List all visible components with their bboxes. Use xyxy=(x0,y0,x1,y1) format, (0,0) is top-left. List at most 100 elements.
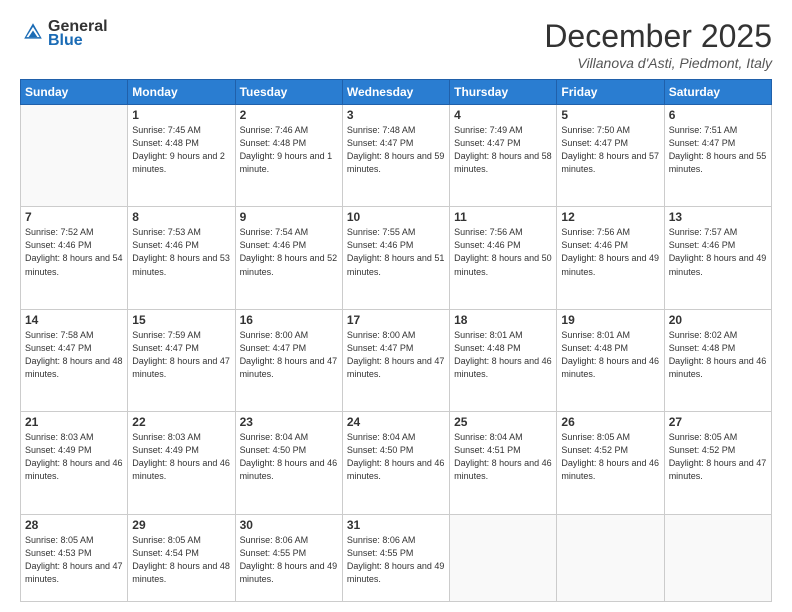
day-number: 13 xyxy=(669,210,767,224)
table-row xyxy=(450,514,557,602)
table-row: 15Sunrise: 7:59 AMSunset: 4:47 PMDayligh… xyxy=(128,309,235,411)
day-number: 24 xyxy=(347,415,445,429)
day-number: 14 xyxy=(25,313,123,327)
day-number: 8 xyxy=(132,210,230,224)
table-row: 28 Sunrise: 8:05 AMSunset: 4:53 PMDayligh… xyxy=(21,514,128,602)
table-row: 27 Sunrise: 8:05 AMSunset: 4:52 PMDayligh… xyxy=(664,412,771,514)
day-number: 21 xyxy=(25,415,123,429)
day-number: 19 xyxy=(561,313,659,327)
table-row: 19 Sunrise: 8:01 AMSunset: 4:48 PMDayligh… xyxy=(557,309,664,411)
col-monday: Monday xyxy=(128,80,235,105)
table-row: 11Sunrise: 7:56 AMSunset: 4:46 PMDayligh… xyxy=(450,207,557,309)
cell-info: Sunrise: 7:54 AMSunset: 4:46 PMDaylight:… xyxy=(240,226,338,278)
cell-info: Sunrise: 7:56 AMSunset: 4:46 PMDaylight:… xyxy=(454,226,552,278)
day-number: 31 xyxy=(347,518,445,532)
day-number: 20 xyxy=(669,313,767,327)
day-number: 28 xyxy=(25,518,123,532)
table-row: 14Sunrise: 7:58 AMSunset: 4:47 PMDayligh… xyxy=(21,309,128,411)
cell-info: Sunrise: 8:04 AMSunset: 4:50 PMDaylight:… xyxy=(347,431,445,483)
cell-info: Sunrise: 8:04 AMSunset: 4:51 PMDaylight:… xyxy=(454,431,552,483)
cell-info: Sunrise: 8:05 AMSunset: 4:52 PMDaylight:… xyxy=(561,431,659,483)
table-row: 30 Sunrise: 8:06 AMSunset: 4:55 PMDayligh… xyxy=(235,514,342,602)
day-number: 15 xyxy=(132,313,230,327)
col-wednesday: Wednesday xyxy=(342,80,449,105)
month-title: December 2025 xyxy=(544,18,772,55)
table-row: 8 Sunrise: 7:53 AMSunset: 4:46 PMDaylight… xyxy=(128,207,235,309)
day-number: 7 xyxy=(25,210,123,224)
day-number: 30 xyxy=(240,518,338,532)
cell-info: Sunrise: 7:52 AMSunset: 4:46 PMDaylight:… xyxy=(25,226,123,278)
col-friday: Friday xyxy=(557,80,664,105)
cell-info: Sunrise: 7:53 AMSunset: 4:46 PMDaylight:… xyxy=(132,226,230,278)
title-block: December 2025 Villanova d'Asti, Piedmont… xyxy=(544,18,772,71)
cell-info: Sunrise: 8:01 AMSunset: 4:48 PMDaylight:… xyxy=(454,329,552,381)
day-number: 23 xyxy=(240,415,338,429)
day-number: 4 xyxy=(454,108,552,122)
table-row: 9 Sunrise: 7:54 AMSunset: 4:46 PMDaylight… xyxy=(235,207,342,309)
table-row: 1 Sunrise: 7:45 AMSunset: 4:48 PMDaylight… xyxy=(128,105,235,207)
table-row: 13 Sunrise: 7:57 AMSunset: 4:46 PMDayligh… xyxy=(664,207,771,309)
cell-info: Sunrise: 8:05 AMSunset: 4:53 PMDaylight:… xyxy=(25,534,123,586)
table-row: 21Sunrise: 8:03 AMSunset: 4:49 PMDayligh… xyxy=(21,412,128,514)
header: General Blue December 2025 Villanova d'A… xyxy=(20,18,772,71)
table-row: 25 Sunrise: 8:04 AMSunset: 4:51 PMDayligh… xyxy=(450,412,557,514)
cell-info: Sunrise: 7:48 AMSunset: 4:47 PMDaylight:… xyxy=(347,124,445,176)
table-row: 16 Sunrise: 8:00 AMSunset: 4:47 PMDayligh… xyxy=(235,309,342,411)
day-number: 16 xyxy=(240,313,338,327)
table-row: 10 Sunrise: 7:55 AMSunset: 4:46 PMDayligh… xyxy=(342,207,449,309)
table-row: 29Sunrise: 8:05 AMSunset: 4:54 PMDayligh… xyxy=(128,514,235,602)
day-number: 3 xyxy=(347,108,445,122)
page: General Blue December 2025 Villanova d'A… xyxy=(0,0,792,612)
table-row: 24 Sunrise: 8:04 AMSunset: 4:50 PMDayligh… xyxy=(342,412,449,514)
col-tuesday: Tuesday xyxy=(235,80,342,105)
col-saturday: Saturday xyxy=(664,80,771,105)
table-row: 4 Sunrise: 7:49 AMSunset: 4:47 PMDaylight… xyxy=(450,105,557,207)
day-number: 26 xyxy=(561,415,659,429)
day-number: 12 xyxy=(561,210,659,224)
table-row: 6Sunrise: 7:51 AMSunset: 4:47 PMDaylight… xyxy=(664,105,771,207)
day-number: 10 xyxy=(347,210,445,224)
cell-info: Sunrise: 8:00 AMSunset: 4:47 PMDaylight:… xyxy=(240,329,338,381)
calendar-header-row: Sunday Monday Tuesday Wednesday Thursday… xyxy=(21,80,772,105)
cell-info: Sunrise: 8:03 AMSunset: 4:49 PMDaylight:… xyxy=(132,431,230,483)
cell-info: Sunrise: 8:06 AMSunset: 4:55 PMDaylight:… xyxy=(347,534,445,586)
logo: General Blue xyxy=(20,18,108,50)
cell-info: Sunrise: 8:05 AMSunset: 4:52 PMDaylight:… xyxy=(669,431,767,483)
cell-info: Sunrise: 7:46 AMSunset: 4:48 PMDaylight:… xyxy=(240,124,338,176)
col-thursday: Thursday xyxy=(450,80,557,105)
cell-info: Sunrise: 8:01 AMSunset: 4:48 PMDaylight:… xyxy=(561,329,659,381)
table-row: 5 Sunrise: 7:50 AMSunset: 4:47 PMDaylight… xyxy=(557,105,664,207)
table-row: 20Sunrise: 8:02 AMSunset: 4:48 PMDayligh… xyxy=(664,309,771,411)
calendar-table: Sunday Monday Tuesday Wednesday Thursday… xyxy=(20,79,772,602)
day-number: 25 xyxy=(454,415,552,429)
cell-info: Sunrise: 8:05 AMSunset: 4:54 PMDaylight:… xyxy=(132,534,230,586)
table-row: 26 Sunrise: 8:05 AMSunset: 4:52 PMDayligh… xyxy=(557,412,664,514)
table-row xyxy=(664,514,771,602)
table-row: 18Sunrise: 8:01 AMSunset: 4:48 PMDayligh… xyxy=(450,309,557,411)
day-number: 9 xyxy=(240,210,338,224)
day-number: 22 xyxy=(132,415,230,429)
table-row xyxy=(21,105,128,207)
cell-info: Sunrise: 8:04 AMSunset: 4:50 PMDaylight:… xyxy=(240,431,338,483)
day-number: 27 xyxy=(669,415,767,429)
cell-info: Sunrise: 7:57 AMSunset: 4:46 PMDaylight:… xyxy=(669,226,767,278)
cell-info: Sunrise: 7:49 AMSunset: 4:47 PMDaylight:… xyxy=(454,124,552,176)
table-row: 23 Sunrise: 8:04 AMSunset: 4:50 PMDayligh… xyxy=(235,412,342,514)
cell-info: Sunrise: 7:50 AMSunset: 4:47 PMDaylight:… xyxy=(561,124,659,176)
cell-info: Sunrise: 7:55 AMSunset: 4:46 PMDaylight:… xyxy=(347,226,445,278)
table-row: 2 Sunrise: 7:46 AMSunset: 4:48 PMDaylight… xyxy=(235,105,342,207)
table-row: 3 Sunrise: 7:48 AMSunset: 4:47 PMDaylight… xyxy=(342,105,449,207)
day-number: 17 xyxy=(347,313,445,327)
logo-icon xyxy=(22,21,44,43)
table-row: 7 Sunrise: 7:52 AMSunset: 4:46 PMDaylight… xyxy=(21,207,128,309)
table-row: 22 Sunrise: 8:03 AMSunset: 4:49 PMDayligh… xyxy=(128,412,235,514)
day-number: 2 xyxy=(240,108,338,122)
day-number: 5 xyxy=(561,108,659,122)
cell-info: Sunrise: 8:06 AMSunset: 4:55 PMDaylight:… xyxy=(240,534,338,586)
location: Villanova d'Asti, Piedmont, Italy xyxy=(544,55,772,71)
cell-info: Sunrise: 7:45 AMSunset: 4:48 PMDaylight:… xyxy=(132,124,230,176)
table-row: 31 Sunrise: 8:06 AMSunset: 4:55 PMDayligh… xyxy=(342,514,449,602)
table-row: 12Sunrise: 7:56 AMSunset: 4:46 PMDayligh… xyxy=(557,207,664,309)
cell-info: Sunrise: 7:51 AMSunset: 4:47 PMDaylight:… xyxy=(669,124,767,176)
day-number: 1 xyxy=(132,108,230,122)
